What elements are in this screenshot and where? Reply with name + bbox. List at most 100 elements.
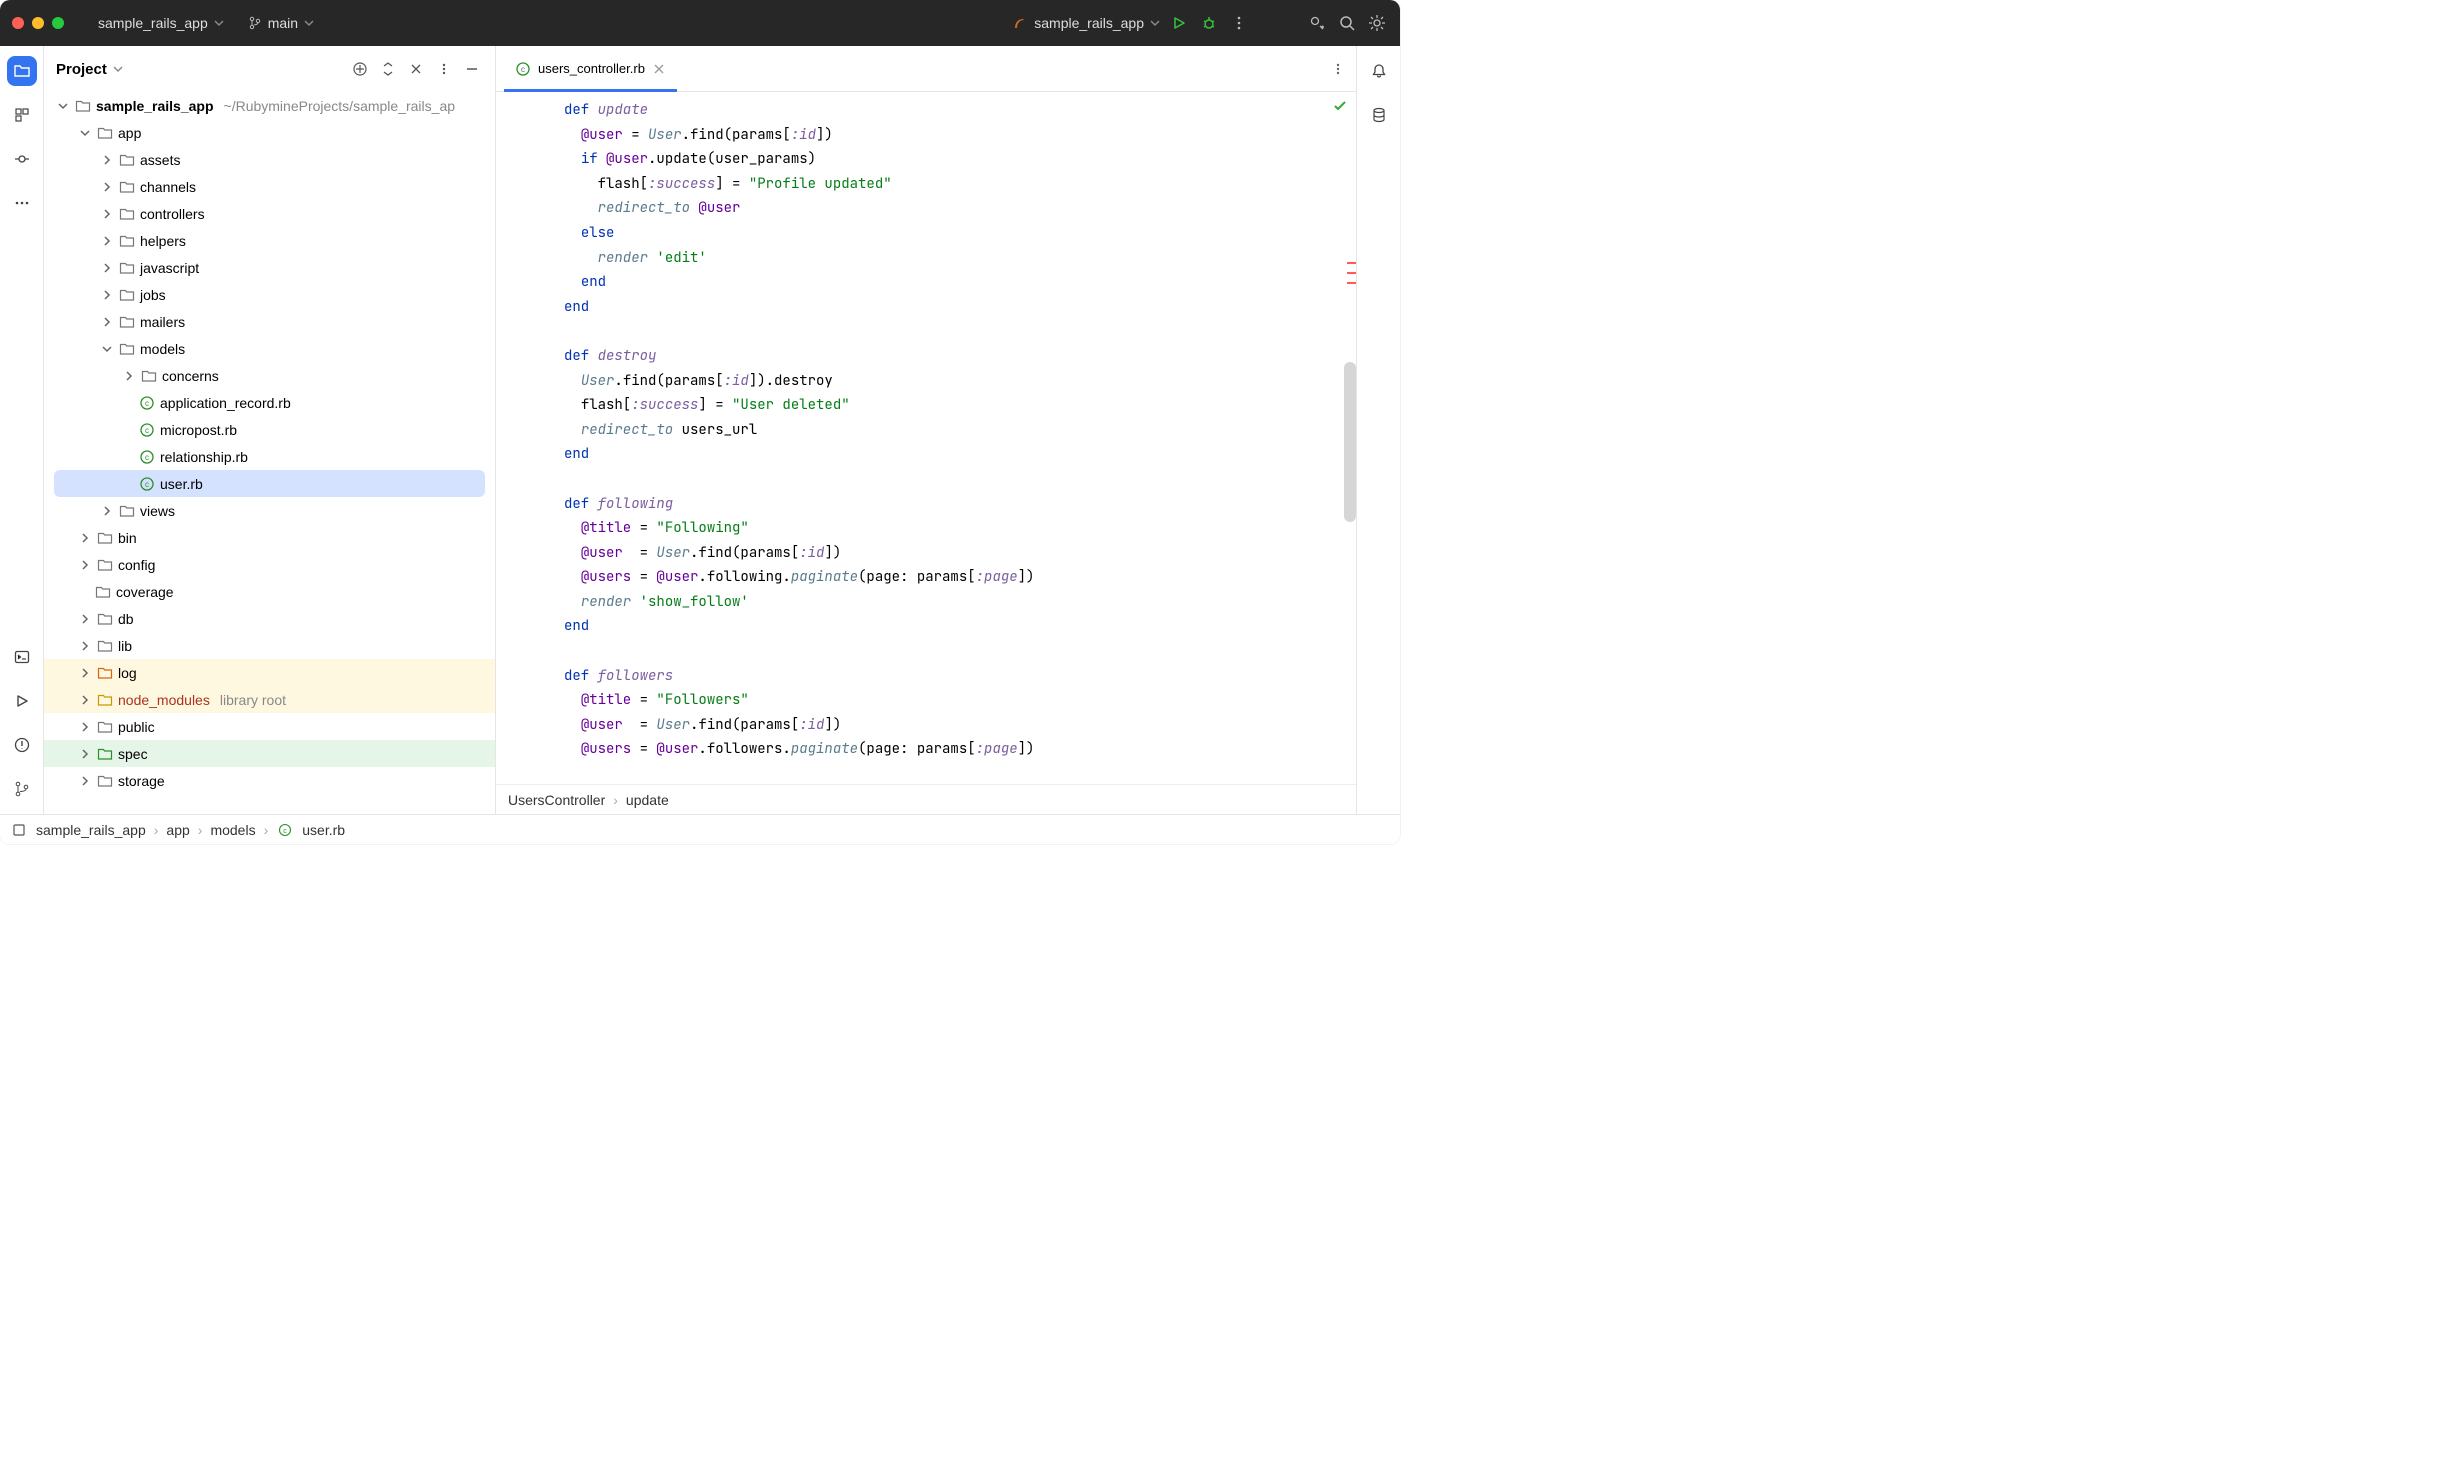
tree-folder-db[interactable]: db [44, 605, 495, 632]
database-toolwindow-button[interactable] [1364, 100, 1394, 130]
select-opened-file-button[interactable] [349, 58, 371, 80]
tree-folder-coverage[interactable]: coverage [44, 578, 495, 605]
tree-folder-javascript[interactable]: javascript [44, 254, 495, 281]
tree-folder-controllers[interactable]: controllers [44, 200, 495, 227]
tree-folder-lib[interactable]: lib [44, 632, 495, 659]
run-toolwindow-button[interactable] [7, 686, 37, 716]
problems-toolwindow-button[interactable] [7, 730, 37, 760]
chevron-right-icon[interactable] [100, 315, 114, 329]
window-close-button[interactable] [12, 17, 24, 29]
tree-file-relationship[interactable]: crelationship.rb [44, 443, 495, 470]
chevron-right-icon[interactable] [100, 153, 114, 167]
hide-button[interactable] [405, 58, 427, 80]
chevron-right-icon[interactable] [100, 504, 114, 518]
folder-icon [118, 340, 136, 358]
editor-tab[interactable]: c users_controller.rb [504, 46, 677, 91]
breadcrumb-segment[interactable]: update [626, 792, 669, 808]
chevron-right-icon[interactable] [78, 693, 92, 707]
tree-folder-config[interactable]: config [44, 551, 495, 578]
window-maximize-button[interactable] [52, 17, 64, 29]
minimize-panel-button[interactable] [461, 58, 483, 80]
structure-toolwindow-button[interactable] [7, 100, 37, 130]
tree-folder-storage[interactable]: storage [44, 767, 495, 794]
chevron-right-icon[interactable] [100, 288, 114, 302]
tree-root[interactable]: sample_rails_app ~/RubymineProjects/samp… [44, 92, 495, 119]
more-run-options-button[interactable] [1228, 12, 1250, 34]
chevron-right-icon[interactable] [100, 261, 114, 275]
chevron-right-icon[interactable] [78, 558, 92, 572]
expand-collapse-button[interactable] [377, 58, 399, 80]
search-everywhere-button[interactable] [1336, 12, 1358, 34]
tree-folder-public[interactable]: public [44, 713, 495, 740]
tree-file-micropost[interactable]: cmicropost.rb [44, 416, 495, 443]
chevron-right-icon[interactable] [100, 234, 114, 248]
project-toolwindow-button[interactable] [7, 56, 37, 86]
window-minimize-button[interactable] [32, 17, 44, 29]
tree-folder-channels[interactable]: channels [44, 173, 495, 200]
editor-scrollbar[interactable] [1344, 362, 1356, 522]
commit-toolwindow-button[interactable] [7, 144, 37, 174]
tree-folder-concerns[interactable]: concerns [44, 362, 495, 389]
nav-segment[interactable]: app [166, 822, 189, 838]
tree-folder-models[interactable]: models [44, 335, 495, 362]
code-content[interactable]: def update @user = User.find(params[:id]… [556, 92, 1356, 784]
debug-button[interactable] [1198, 12, 1220, 34]
chevron-right-icon[interactable] [78, 612, 92, 626]
nav-segment[interactable]: sample_rails_app [36, 822, 146, 838]
tree-file-user[interactable]: cuser.rb [54, 470, 485, 497]
nav-segment[interactable]: user.rb [302, 822, 345, 838]
chevron-right-icon[interactable] [100, 180, 114, 194]
chevron-down-icon[interactable] [100, 342, 114, 356]
git-toolwindow-button[interactable] [7, 774, 37, 804]
tree-folder-node-modules[interactable]: node_moduleslibrary root [44, 686, 495, 713]
tree-folder-bin[interactable]: bin [44, 524, 495, 551]
tree-file-application-record[interactable]: capplication_record.rb [44, 389, 495, 416]
tree-folder-helpers[interactable]: helpers [44, 227, 495, 254]
tree-folder-log[interactable]: log [44, 659, 495, 686]
chevron-right-icon[interactable] [78, 639, 92, 653]
editor-tab-options-button[interactable] [1328, 59, 1348, 79]
chevron-right-icon[interactable] [122, 369, 136, 383]
editor-breadcrumbs[interactable]: UsersController › update [496, 784, 1356, 814]
run-config-selector[interactable]: sample_rails_app [1012, 15, 1160, 31]
tree-folder-app[interactable]: app [44, 119, 495, 146]
navigation-bar[interactable]: sample_rails_app › app › models › c user… [0, 814, 1400, 844]
tree-item-label: lib [118, 638, 132, 654]
settings-button[interactable] [1366, 12, 1388, 34]
more-toolwindows-button[interactable] [7, 188, 37, 218]
tree-folder-spec[interactable]: spec [44, 740, 495, 767]
tree-item-label: mailers [140, 314, 185, 330]
tree-folder-jobs[interactable]: jobs [44, 281, 495, 308]
editor-tab-label: users_controller.rb [538, 61, 645, 76]
notifications-button[interactable] [1364, 56, 1394, 86]
project-tree[interactable]: sample_rails_app ~/RubymineProjects/samp… [44, 92, 495, 814]
tree-item-label: helpers [140, 233, 186, 249]
chevron-right-icon[interactable] [78, 747, 92, 761]
chevron-down-icon[interactable] [56, 99, 70, 113]
chevron-right-icon[interactable] [78, 720, 92, 734]
chevron-right-icon[interactable] [78, 774, 92, 788]
close-tab-button[interactable] [651, 61, 667, 77]
folder-icon [96, 772, 114, 790]
breadcrumb-segment[interactable]: UsersController [508, 792, 605, 808]
branch-selector[interactable]: main [240, 11, 322, 35]
chevron-down-icon[interactable] [113, 64, 123, 74]
project-selector[interactable]: sample_rails_app [90, 11, 232, 35]
terminal-toolwindow-button[interactable] [7, 642, 37, 672]
svg-text:c: c [145, 480, 149, 489]
nav-segment[interactable]: models [210, 822, 255, 838]
tree-folder-mailers[interactable]: mailers [44, 308, 495, 335]
chevron-right-icon[interactable] [78, 666, 92, 680]
code-with-me-button[interactable] [1306, 12, 1328, 34]
excluded-folder-icon [96, 664, 114, 682]
tree-item-label: app [118, 125, 141, 141]
tree-folder-assets[interactable]: assets [44, 146, 495, 173]
chevron-right-icon[interactable] [78, 531, 92, 545]
editor-gutter[interactable] [496, 92, 556, 784]
chevron-down-icon[interactable] [78, 126, 92, 140]
code-editor[interactable]: def update @user = User.find(params[:id]… [496, 92, 1356, 784]
run-button[interactable] [1168, 12, 1190, 34]
chevron-right-icon[interactable] [100, 207, 114, 221]
panel-options-button[interactable] [433, 58, 455, 80]
tree-folder-views[interactable]: views [44, 497, 495, 524]
